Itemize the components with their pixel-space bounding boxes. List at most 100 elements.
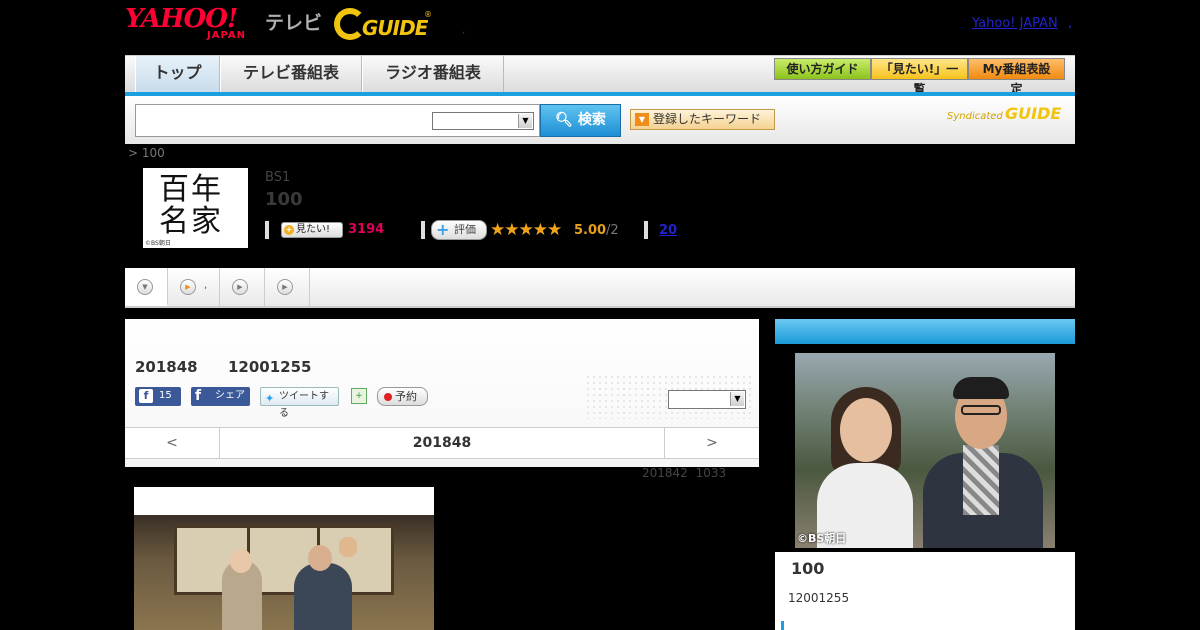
global-nav: トップ テレビ番組表 ラジオ番組表 使い方ガイド 「見たい!」一覧 My番組表設… [125,55,1075,96]
sidebar-accent-bar [781,621,784,630]
photo-person-1-head [230,549,252,573]
sidebar-header [775,319,1075,344]
stat-divider [421,221,425,239]
sidebar-photo-credit: ©BS朝日 [797,532,847,545]
subtab-broadcast[interactable]: ▼ [125,268,168,306]
search-button-label: 検索 [577,112,606,128]
japan-logo-text: JAPAN [207,30,246,41]
header-link-separator: , [1068,16,1073,31]
photo-man-glasses [961,405,1001,415]
syndicated-text: Syndicated [947,111,1003,122]
plus-icon: + [284,225,294,235]
twitter-bird-icon: ✦ [265,392,275,405]
facebook-share-label: シェア [215,390,245,401]
sidebar-photo[interactable]: ©BS朝日 [795,353,1055,548]
search-icon: 🔍︎ [555,112,573,128]
play-icon: ▶ [277,279,293,295]
registered-mark: ® [424,10,432,19]
syndicated-gguide-logo: Syndicated GUIDE [947,104,1067,130]
saved-keywords-button[interactable]: ▼ 登録したキーワード [630,109,775,130]
broadcast-time: 12001255 [228,358,312,376]
search-category-select[interactable]: ▼ [432,112,534,130]
chevron-down-icon: ▼ [518,114,532,128]
gguide-logo[interactable]: GUIDE ® [334,6,434,42]
nav-tab-tv-schedule[interactable]: テレビ番組表 [220,56,362,92]
play-icon: ▶ [232,279,248,295]
watchlist-button[interactable]: 「見たい!」一覧 [871,58,968,96]
header-separator: , [462,25,466,36]
breadcrumb: > 100 [128,146,165,160]
photo-man-scarf [963,445,999,515]
subtab-3[interactable]: ▶ [220,268,265,306]
program-photo-card [134,487,434,630]
search-button[interactable]: 🔍︎ 検索 [540,104,621,137]
record-icon [384,393,392,401]
facebook-icon: f [139,389,153,403]
photo-woman-face [840,398,892,462]
stat-divider [644,221,648,239]
rating-stars-icon: ★★★★★ [490,220,562,240]
tweet-button[interactable]: ✦ ツイートする [260,387,339,419]
program-thumbnail: 百年名家 ©BS朝日 [143,168,248,248]
gguide-logo-text: GUIDE [362,16,428,40]
play-icon: ▶ [180,279,196,295]
mitai-button[interactable]: + 見たい! [281,222,343,238]
facebook-icon: f [195,388,202,404]
facebook-share-button[interactable]: f シェア [191,387,250,406]
facebook-like-button[interactable]: f 15 [135,387,181,406]
sidebar-program-time: 12001255 [788,591,850,605]
subtab-4[interactable]: ▶ [265,268,310,306]
last-updated: 201842 1033 [642,466,727,480]
program-channel: BS1 [265,170,291,185]
subtab-separator: , [204,280,208,291]
yahoo-japan-logo[interactable]: YAHOO! JAPAN [125,6,265,42]
recorder-select[interactable]: ▼ [668,390,746,409]
usage-guide-button[interactable]: 使い方ガイド [774,58,871,80]
nav-tab-top[interactable]: トップ [135,56,220,92]
photo-person-2-head [308,545,332,571]
chevron-down-icon: ▼ [137,279,153,295]
rate-button[interactable]: + 評価 [431,220,487,240]
photo-shoji [174,525,394,595]
yahoo-japan-link[interactable]: Yahoo! JAPAN [972,16,1058,31]
stat-divider [265,221,269,239]
pager-prev-button[interactable]: < [125,428,220,458]
search-bar: ▼ 🔍︎ 検索 ▼ 登録したキーワード Syndicated GUIDE [125,96,1075,144]
tv-logo-text: テレビ [265,12,323,34]
tweet-label: ツイートする [279,391,329,419]
my-schedule-settings-button[interactable]: My番組表設定 [968,58,1065,96]
mitai-count: 3194 [348,222,385,237]
reserve-button[interactable]: 予約 [377,387,428,406]
date-pager: < 201848 > [125,427,759,459]
sidebar-program-card: ©BS朝日 100 12001255 [775,319,1075,630]
broadcast-date: 201848 [135,358,198,376]
chevron-down-icon: ▼ [730,392,744,406]
pager-next-button[interactable]: > [664,428,759,458]
review-count-link[interactable]: 20 [659,223,677,238]
sidebar-program-title[interactable]: 100 [791,559,824,578]
rate-label: 評価 [454,223,476,236]
photo-man-hair [953,377,1009,399]
mitai-label: 見たい! [296,224,331,235]
nav-tab-radio-schedule[interactable]: ラジオ番組表 [362,56,504,92]
add-calendar-icon[interactable]: + [351,388,367,404]
program-subtabs: ▼ ▶ , ▶ ▶ [125,268,1075,308]
subtab-2[interactable]: ▶ , [168,268,220,306]
sidebar-photo-frame: ©BS朝日 [775,344,1075,552]
nav-utility-buttons: 使い方ガイド 「見たい!」一覧 My番組表設定 [774,58,1065,96]
photo-waving-hand [339,537,357,557]
rating-count: /2 [606,223,619,238]
pager-current-date: 201848 [412,435,472,451]
chevron-down-icon: ▼ [635,113,649,126]
program-photo [134,515,434,630]
plus-icon: + [436,220,450,239]
program-thumbnail-title: 百年名家 [159,172,223,239]
thumbnail-credit: ©BS朝日 [145,240,171,247]
gguide-small-logo-text: GUIDE [1005,104,1062,123]
reserve-label: 予約 [395,390,417,403]
photo-person-2 [294,563,352,630]
broadcast-panel: 201848 12001255 f 15 f シェア ✦ ツイートする + 予約… [125,319,759,467]
program-title: 100 [265,189,303,210]
rating-score: 5.00 [574,223,607,238]
facebook-like-count: 15 [159,390,172,401]
